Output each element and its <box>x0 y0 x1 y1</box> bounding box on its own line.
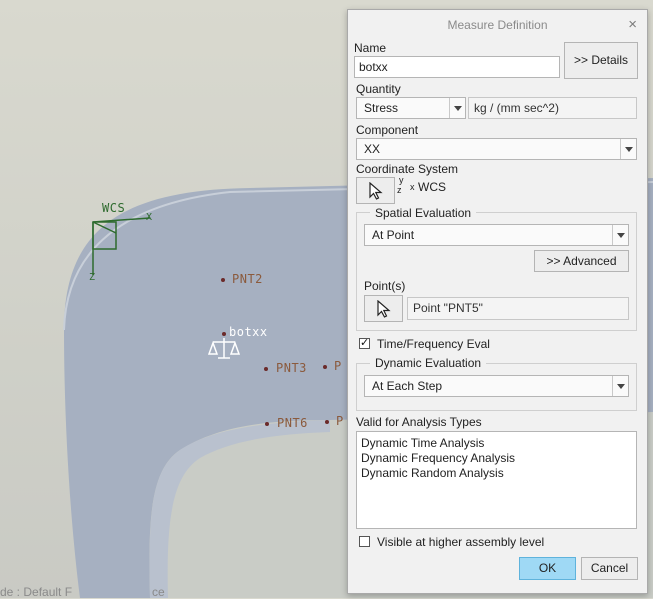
dynamic-evaluation-value: At Each Step <box>372 379 443 393</box>
quantity-select[interactable]: Stress <box>356 97 466 119</box>
visible-assembly-checkbox[interactable] <box>359 536 370 547</box>
status-text-tail: ce <box>152 585 165 599</box>
point-marker[interactable] <box>264 367 268 371</box>
csys-z-glyph: z <box>397 185 402 195</box>
component-value: XX <box>364 142 381 156</box>
chevron-down-icon[interactable] <box>449 98 465 118</box>
valid-analysis-label: Valid for Analysis Types <box>356 415 482 429</box>
point-label-pnt6[interactable]: PNT6 <box>277 416 308 430</box>
valid-analysis-list[interactable]: Dynamic Time Analysis Dynamic Frequency … <box>356 431 637 529</box>
chevron-down-icon[interactable] <box>620 139 636 159</box>
spatial-evaluation-value: At Point <box>372 228 415 242</box>
chevron-down-icon[interactable] <box>612 225 628 245</box>
point-marker[interactable] <box>265 422 269 426</box>
csys-x-glyph: x <box>410 182 415 192</box>
close-icon[interactable]: × <box>628 17 637 33</box>
time-frequency-label[interactable]: Time/Frequency Eval <box>377 337 490 351</box>
wcs-z-label: Z <box>89 272 96 283</box>
status-text: de : Default F <box>0 585 73 599</box>
details-button[interactable]: >> Details <box>564 42 638 79</box>
component-select[interactable]: XX <box>356 138 637 160</box>
measure-anchor <box>222 332 226 336</box>
point-label-pnt2[interactable]: PNT2 <box>232 272 263 286</box>
visible-assembly-label[interactable]: Visible at higher assembly level <box>377 535 544 549</box>
chevron-down-icon[interactable] <box>612 376 628 396</box>
point-marker[interactable] <box>221 278 225 282</box>
point-label-partial[interactable]: P <box>336 414 344 428</box>
point-label-pnt3[interactable]: PNT3 <box>276 361 307 375</box>
component-label: Component <box>356 123 419 137</box>
ok-button[interactable]: OK <box>519 557 576 580</box>
coord-system-value: WCS <box>418 180 446 194</box>
spatial-evaluation-select[interactable]: At Point <box>364 224 629 246</box>
measure-tag[interactable]: botxx <box>229 325 268 339</box>
cancel-button[interactable]: Cancel <box>581 557 638 580</box>
cursor-arrow-icon <box>377 300 391 318</box>
dynamic-evaluation-select[interactable]: At Each Step <box>364 375 629 397</box>
dialog-title: Measure Definition <box>447 18 548 32</box>
list-item[interactable]: Dynamic Time Analysis <box>357 436 636 451</box>
point-label-partial[interactable]: P <box>334 359 342 373</box>
list-item[interactable]: Dynamic Frequency Analysis <box>357 451 636 466</box>
quantity-value: Stress <box>364 101 399 115</box>
wcs-x-label: X <box>146 212 153 223</box>
quantity-label: Quantity <box>356 82 401 96</box>
points-value: Point "PNT5" <box>407 297 629 320</box>
name-input[interactable]: botxx <box>354 56 560 78</box>
list-item[interactable]: Dynamic Random Analysis <box>357 466 636 481</box>
csys-y-glyph: y <box>399 175 404 185</box>
time-frequency-checkbox[interactable] <box>359 336 370 349</box>
measure-definition-dialog: Measure Definition × Name botxx >> Detai… <box>347 9 648 594</box>
coord-select-button[interactable] <box>356 177 395 204</box>
dynamic-evaluation-label: Dynamic Evaluation <box>370 356 487 370</box>
name-label: Name <box>354 41 387 55</box>
cursor-arrow-icon <box>369 182 383 200</box>
coord-system-label: Coordinate System <box>356 162 459 176</box>
points-select-button[interactable] <box>364 295 403 322</box>
points-label: Point(s) <box>364 279 406 293</box>
point-marker[interactable] <box>323 365 327 369</box>
wcs-label: WCS <box>102 201 126 215</box>
advanced-button[interactable]: >> Advanced <box>534 250 629 272</box>
spatial-evaluation-label: Spatial Evaluation <box>370 206 477 220</box>
quantity-units: kg / (mm sec^2) <box>468 97 637 119</box>
point-marker[interactable] <box>325 420 329 424</box>
